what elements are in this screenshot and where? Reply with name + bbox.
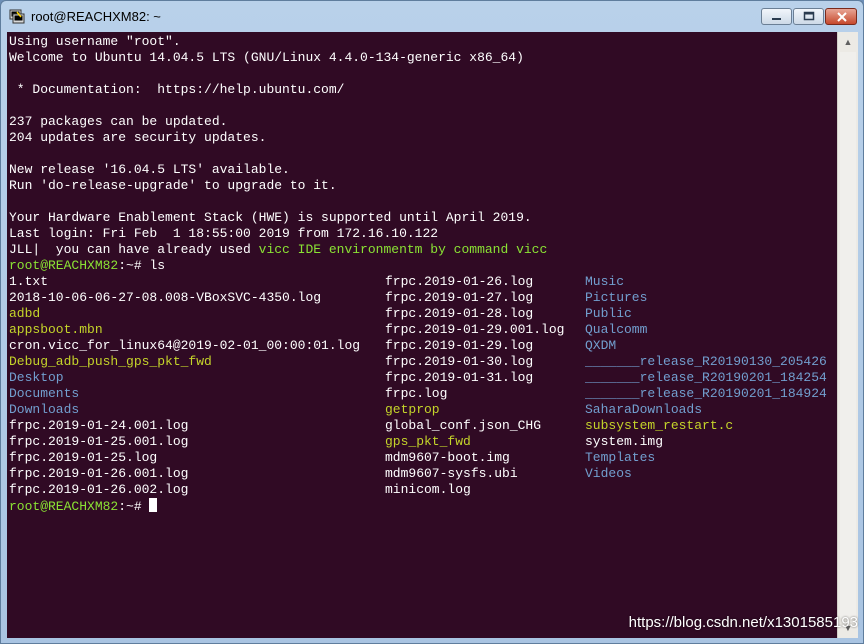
ls-entry-exec: adbd: [9, 306, 41, 321]
terminal-line: 204 updates are security updates.: [9, 130, 267, 145]
ls-entry-dir: Downloads: [9, 402, 80, 417]
jll-line: JLL| you can have already used vicc IDE …: [9, 242, 547, 258]
ls-entry-exec: appsboot.mbn: [9, 322, 103, 337]
ls-entry-file: frpc.2019-01-26.002.log: [9, 482, 189, 497]
title-bar[interactable]: root@REACHXM82: ~: [1, 1, 863, 33]
ls-entry-file: cron.vicc_for_linux64@2019-02-01_00:00:0…: [9, 338, 361, 353]
prompt-line: root@REACHXM82:~# ls: [9, 258, 165, 274]
vertical-scrollbar[interactable]: ▲ ▼: [837, 32, 858, 638]
final-prompt-line: root@REACHXM82:~#: [9, 498, 158, 514]
window-title: root@REACHXM82: ~: [31, 9, 161, 24]
ls-entry-file: system.img: [585, 434, 664, 449]
ls-entry-file: frpc.2019-01-31.log: [385, 370, 534, 385]
ls-entry-exec: subsystem_restart.c: [585, 418, 734, 433]
ls-entry-file: frpc.2019-01-30.log: [385, 354, 534, 369]
jll-prefix: JLL| you can have already used: [9, 242, 259, 257]
close-icon: [837, 12, 847, 22]
terminal-line: Last login: Fri Feb 1 18:55:00 2019 from…: [9, 226, 439, 241]
ls-entry-file: frpc.2019-01-24.001.log: [9, 418, 189, 433]
terminal-window: root@REACHXM82: ~ Using username "root".…: [0, 0, 864, 644]
ls-entry-file: frpc.2019-01-29.log: [385, 338, 534, 353]
ls-entry-dir: Pictures: [585, 290, 648, 305]
shell-prompt: root@REACHXM82: [9, 499, 119, 514]
ls-entry-file: 1.txt: [9, 274, 49, 289]
terminal-line: * Documentation: https://help.ubuntu.com…: [9, 82, 345, 97]
close-button[interactable]: [825, 8, 857, 25]
prompt-suffix: :~#: [118, 258, 150, 273]
minimize-button[interactable]: [761, 8, 792, 25]
terminal-line: Using username "root".: [9, 34, 181, 49]
ls-entry-file: frpc.2019-01-27.log: [385, 290, 534, 305]
watermark: https://blog.csdn.net/x1301585193: [628, 614, 858, 631]
ls-entry-file: frpc.log: [385, 386, 448, 401]
minimize-icon: [772, 18, 781, 20]
ls-entry-dir: Templates: [585, 450, 656, 465]
terminal-line: New release '16.04.5 LTS' available.: [9, 162, 290, 177]
text-cursor: [149, 498, 158, 512]
ls-entry-file: frpc.2019-01-29.001.log: [385, 322, 565, 337]
ls-entry-dir: _______release_R20190201_184254: [585, 370, 827, 385]
ls-entry-dir: Public: [585, 306, 632, 321]
ls-entry-exec: Debug_adb_push_gps_pkt_fwd: [9, 354, 212, 369]
shell-command: ls: [149, 258, 166, 273]
ls-entry-file: mdm9607-sysfs.ubi: [385, 466, 518, 481]
ls-entry-file: 2018-10-06-06-27-08.008-VBoxSVC-4350.log: [9, 290, 322, 305]
terminal-output[interactable]: Using username "root". Welcome to Ubuntu …: [7, 32, 837, 638]
shell-prompt: root@REACHXM82: [9, 258, 119, 273]
ls-entry-dir: Qualcomm: [585, 322, 648, 337]
maximize-button[interactable]: [793, 8, 824, 25]
terminal-line: Run 'do-release-upgrade' to upgrade to i…: [9, 178, 337, 193]
ls-entry-exec: gps_pkt_fwd: [385, 434, 471, 449]
ls-entry-dir: Music: [585, 274, 625, 289]
ls-entry-dir: Videos: [585, 466, 632, 481]
ls-entry-exec: getprop: [385, 402, 440, 417]
terminal-line: 237 packages can be updated.: [9, 114, 228, 129]
ls-entry-dir: SaharaDownloads: [585, 402, 703, 417]
ls-entry-file: mdm9607-boot.img: [385, 450, 510, 465]
putty-terminal-icon: [9, 9, 25, 24]
ls-entry-file: frpc.2019-01-28.log: [385, 306, 534, 321]
maximize-icon: [803, 11, 815, 21]
ls-entry-dir: Documents: [9, 386, 80, 401]
scroll-up-arrow-icon[interactable]: ▲: [840, 34, 856, 50]
ls-entry-dir: _______release_R20190130_205426: [585, 354, 827, 369]
terminal-line: Welcome to Ubuntu 14.04.5 LTS (GNU/Linux…: [9, 50, 524, 65]
ls-entry-dir: QXDM: [585, 338, 617, 353]
ls-entry-file: frpc.2019-01-26.log: [385, 274, 534, 289]
ls-entry-dir: Desktop: [9, 370, 64, 385]
jll-highlight: vicc IDE environmentm by command vicc: [258, 242, 548, 257]
ls-entry-file: global_conf.json_CHG: [385, 418, 542, 433]
ls-entry-file: frpc.2019-01-25.001.log: [9, 434, 189, 449]
ls-entry-file: frpc.2019-01-26.001.log: [9, 466, 189, 481]
terminal-line: Your Hardware Enablement Stack (HWE) is …: [9, 210, 532, 225]
ls-entry-dir: _______release_R20190201_184924: [585, 386, 827, 401]
ls-entry-file: frpc.2019-01-25.log: [9, 450, 158, 465]
prompt-suffix: :~#: [118, 499, 150, 514]
ls-entry-file: minicom.log: [385, 482, 471, 497]
scrollbar-track[interactable]: [840, 52, 856, 618]
